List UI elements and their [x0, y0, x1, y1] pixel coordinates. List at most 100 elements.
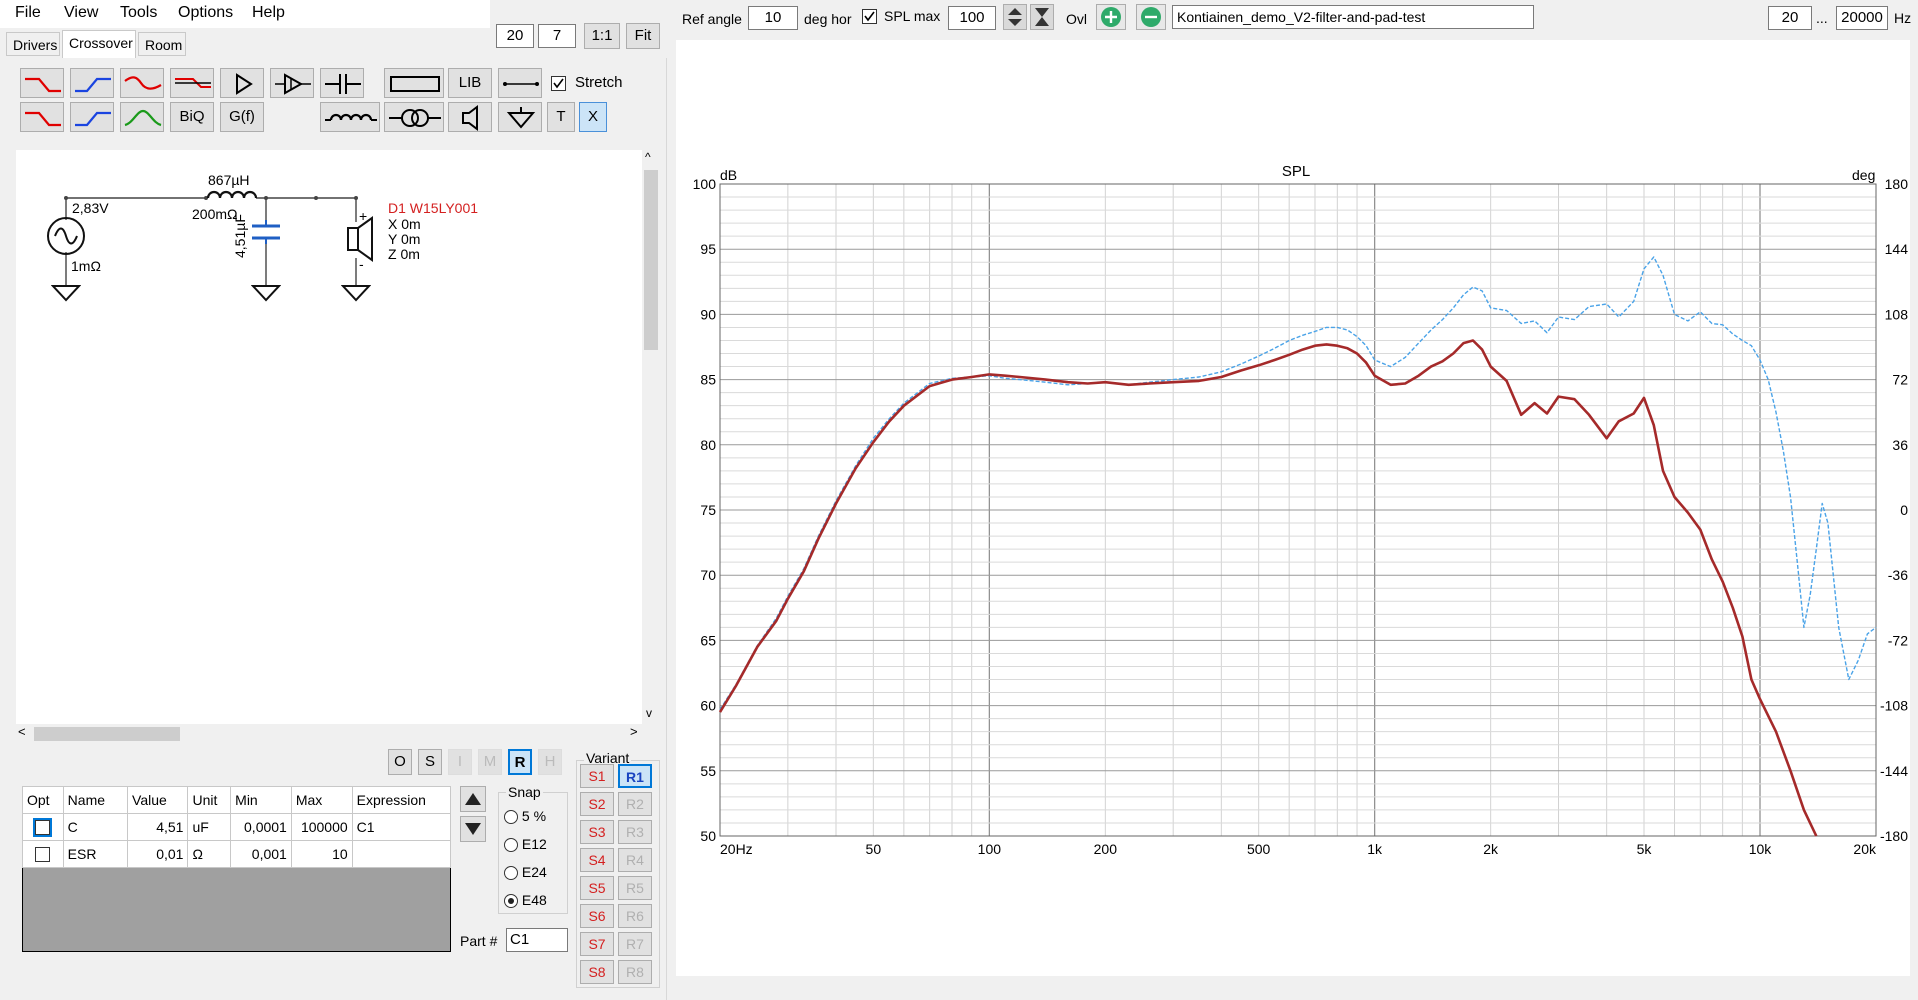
- freq-from-input[interactable]: 20: [1768, 6, 1812, 30]
- tab-crossover[interactable]: Crossover: [62, 30, 136, 58]
- part-input[interactable]: C1: [506, 928, 568, 952]
- view-i-button[interactable]: I: [448, 749, 472, 775]
- menu-options[interactable]: Options: [178, 4, 233, 22]
- menu-tools[interactable]: Tools: [120, 4, 157, 22]
- menu-view[interactable]: View: [64, 4, 98, 22]
- lowpass-button[interactable]: [20, 68, 64, 98]
- overlay-name-input[interactable]: Kontiainen_demo_V2-filter-and-pad-test: [1172, 5, 1534, 29]
- horizontal-scroll-thumb[interactable]: [34, 727, 180, 741]
- opt-cell[interactable]: [22, 840, 64, 868]
- ground-button[interactable]: [498, 102, 542, 132]
- variant-r3-button[interactable]: R3: [618, 820, 652, 844]
- transfer-function-button[interactable]: G(f): [220, 102, 264, 132]
- variant-r5-button[interactable]: R5: [618, 876, 652, 900]
- highpass-button[interactable]: [70, 68, 114, 98]
- wire-button[interactable]: [498, 68, 542, 98]
- radio-e24[interactable]: [504, 866, 518, 881]
- variant-s8-button[interactable]: S8: [580, 960, 614, 984]
- tab-room[interactable]: Room: [138, 32, 186, 56]
- overlay-remove-button[interactable]: [1136, 4, 1166, 30]
- tab-drivers[interactable]: Drivers: [6, 32, 60, 56]
- opt-checkbox[interactable]: [35, 847, 51, 863]
- vertical-scrollbar[interactable]: ^ v: [642, 150, 660, 724]
- lowpass-shelf-button[interactable]: [120, 68, 164, 98]
- text-tool-button[interactable]: T: [547, 102, 575, 132]
- view-m-button[interactable]: M: [478, 749, 502, 775]
- freq-to-input[interactable]: 20000: [1836, 6, 1888, 30]
- inductor-button[interactable]: [320, 102, 380, 132]
- variant-r4-button[interactable]: R4: [618, 848, 652, 872]
- radio-5pct[interactable]: [504, 810, 518, 825]
- ref-angle-input[interactable]: 10: [748, 6, 798, 30]
- spl-chart-panel[interactable]: 20Hz 50 100 200 500 1k 2k 5k 10k 20k 100 95 90 85 80 75…: [676, 40, 1910, 976]
- schematic-canvas[interactable]: 2,83V 1mΩ 867µH 200mΩ 4,51µF + - D1 W15L…: [16, 150, 642, 724]
- horizontal-scrollbar[interactable]: < >: [16, 724, 642, 742]
- scroll-left-icon[interactable]: <: [18, 724, 26, 739]
- unit-cell[interactable]: Ω: [187, 840, 232, 868]
- lowpass2-button[interactable]: [20, 102, 64, 132]
- scroll-up-icon[interactable]: ^: [645, 150, 651, 164]
- amplifier-button[interactable]: [270, 68, 314, 98]
- variant-r2-button[interactable]: R2: [618, 792, 652, 816]
- name-cell[interactable]: ESR: [62, 840, 129, 868]
- spl-max-input[interactable]: 100: [948, 6, 996, 30]
- variant-s7-button[interactable]: S7: [580, 932, 614, 956]
- table-row[interactable]: ESR 0,01 Ω 0,001 10: [22, 840, 452, 868]
- opt-checkbox[interactable]: [33, 818, 53, 838]
- view-h-button[interactable]: H: [538, 749, 562, 775]
- snap-option-5pct[interactable]: 5 %: [504, 808, 546, 825]
- variant-s6-button[interactable]: S6: [580, 904, 614, 928]
- variant-s4-button[interactable]: S4: [580, 848, 614, 872]
- zoom-input-a[interactable]: 20: [496, 24, 534, 48]
- zoom-fit-button[interactable]: Fit: [626, 23, 660, 49]
- buffer-button[interactable]: [220, 68, 264, 98]
- overlay-add-button[interactable]: [1096, 4, 1126, 30]
- value-cell[interactable]: 4,51: [127, 813, 189, 841]
- expression-cell[interactable]: C1: [351, 813, 452, 841]
- view-r-button[interactable]: R: [508, 749, 532, 775]
- variant-r7-button[interactable]: R7: [618, 932, 652, 956]
- scroll-right-icon[interactable]: >: [630, 724, 638, 739]
- move-up-button[interactable]: [460, 786, 486, 812]
- menu-help[interactable]: Help: [252, 4, 285, 22]
- move-down-button[interactable]: [460, 816, 486, 842]
- bandpass-button[interactable]: [120, 102, 164, 132]
- variant-r6-button[interactable]: R6: [618, 904, 652, 928]
- x-tool-button[interactable]: X: [579, 102, 607, 132]
- variant-r8-button[interactable]: R8: [618, 960, 652, 984]
- library-button[interactable]: LIB: [448, 68, 492, 98]
- biquad-button[interactable]: BiQ: [170, 102, 214, 132]
- expression-cell[interactable]: [351, 840, 452, 868]
- snap-option-e24[interactable]: E24: [504, 864, 547, 881]
- menu-file[interactable]: File: [15, 4, 41, 22]
- table-row[interactable]: C 4,51 uF 0,0001 100000 C1: [22, 813, 452, 841]
- opt-cell[interactable]: [22, 813, 64, 841]
- variant-s5-button[interactable]: S5: [580, 876, 614, 900]
- unit-cell[interactable]: uF: [187, 813, 232, 841]
- stretch-checkbox[interactable]: [551, 76, 566, 91]
- view-o-button[interactable]: O: [388, 749, 412, 775]
- vertical-scroll-thumb[interactable]: [644, 170, 658, 350]
- radio-e48[interactable]: [504, 894, 518, 909]
- resistor-button[interactable]: [384, 68, 444, 98]
- min-cell[interactable]: 0,0001: [230, 813, 292, 841]
- variant-s1-button[interactable]: S1: [580, 764, 614, 788]
- variant-s2-button[interactable]: S2: [580, 792, 614, 816]
- snap-option-e48[interactable]: E48: [504, 892, 547, 909]
- max-cell[interactable]: 10: [290, 840, 353, 868]
- spl-chart[interactable]: 20Hz 50 100 200 500 1k 2k 5k 10k 20k1009590858075…: [676, 40, 1910, 976]
- snap-option-e12[interactable]: E12: [504, 836, 547, 853]
- step-button[interactable]: [170, 68, 214, 98]
- spl-max-checkbox[interactable]: [862, 9, 877, 24]
- min-cell[interactable]: 0,001: [230, 840, 292, 868]
- driver-name-label[interactable]: D1 W15LY001: [388, 200, 478, 216]
- scroll-down-icon[interactable]: v: [646, 706, 652, 720]
- speaker-button[interactable]: [448, 102, 492, 132]
- name-cell[interactable]: C: [62, 813, 129, 841]
- view-s-button[interactable]: S: [418, 749, 442, 775]
- zoom-input-b[interactable]: 7: [538, 24, 576, 48]
- highpass2-button[interactable]: [70, 102, 114, 132]
- radio-e12[interactable]: [504, 838, 518, 853]
- value-cell[interactable]: 0,01: [127, 840, 189, 868]
- transformer-button[interactable]: [384, 102, 444, 132]
